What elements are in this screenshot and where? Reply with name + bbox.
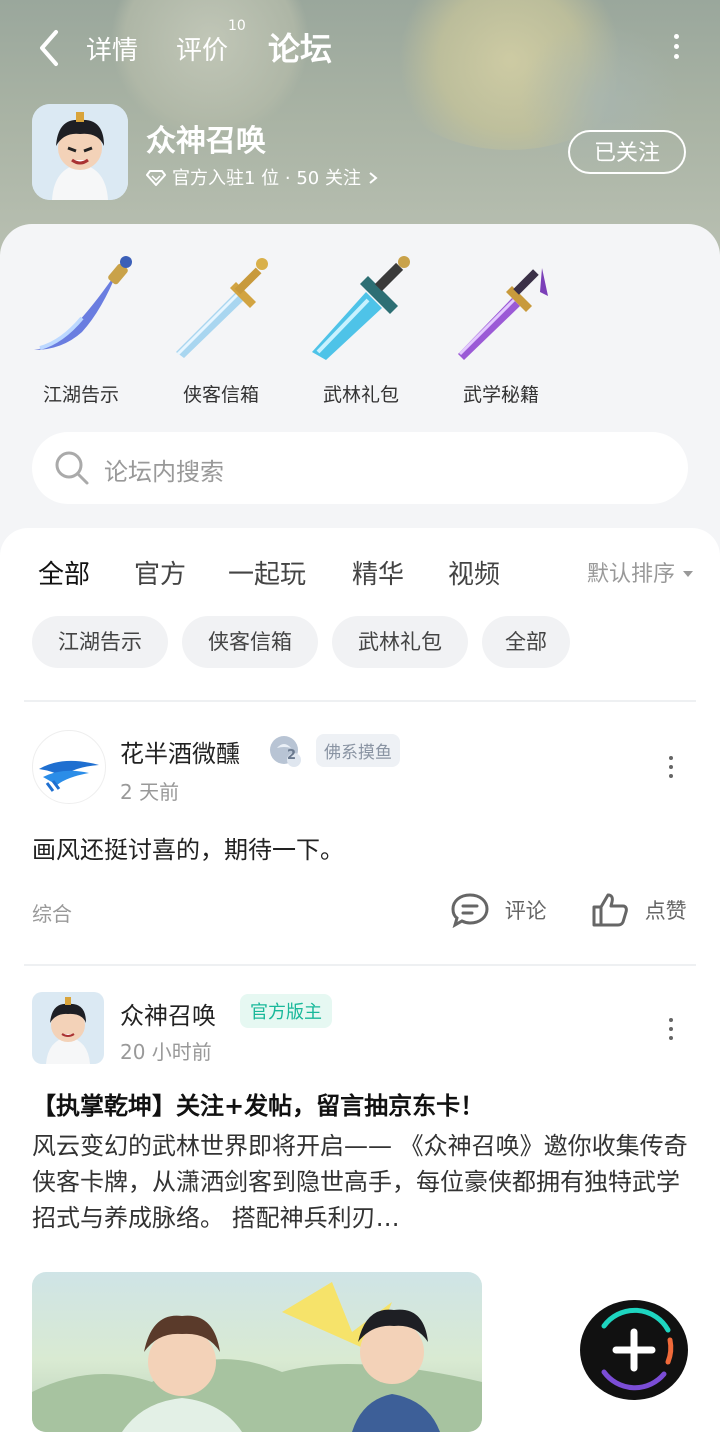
follow-button[interactable]: 已关注 <box>568 130 686 174</box>
comment-icon <box>451 893 489 929</box>
search-input[interactable]: 论坛内搜索 <box>104 452 224 487</box>
like-button[interactable]: 点赞 <box>590 892 687 928</box>
feed-tab-label: 全部 <box>38 560 91 590</box>
category-item[interactable]: 武学秘籍 <box>446 252 556 407</box>
sort-dropdown[interactable]: 默认排序 <box>587 556 694 588</box>
tab-reviews[interactable]: 评价 10 <box>176 18 246 67</box>
category-item[interactable]: 江湖告示 <box>26 252 136 407</box>
search-bar[interactable]: 论坛内搜索 <box>32 432 688 504</box>
review-count: 10 <box>228 18 246 34</box>
post-body[interactable]: 风云变幻的武林世界即将开启—— 《众神召唤》邀你收集传奇侠客卡牌，从潇洒剑客到隐… <box>32 1128 688 1236</box>
category-label: 武林礼包 <box>322 384 399 406</box>
category-label: 侠客信箱 <box>182 384 259 406</box>
tab-reviews-label: 评价 <box>176 36 229 66</box>
level-number: 2 <box>287 748 297 763</box>
filter-chip[interactable]: 武林礼包 <box>332 616 468 668</box>
filter-chip[interactable]: 全部 <box>482 616 570 668</box>
purple-sword-icon <box>458 268 548 360</box>
post-category[interactable]: 综合 <box>32 898 72 927</box>
chevron-right-icon <box>369 172 378 184</box>
plus-icon <box>601 1307 674 1391</box>
post-more-icon[interactable] <box>668 1018 674 1045</box>
post-time: 2 天前 <box>120 780 180 804</box>
feed-tab-all[interactable]: 全部 <box>38 554 90 591</box>
back-arrow-icon[interactable] <box>34 28 66 68</box>
divider <box>24 964 696 966</box>
comment-label: 评论 <box>504 899 547 923</box>
divider <box>24 700 696 702</box>
avatar[interactable] <box>32 992 104 1064</box>
game-icon <box>32 104 128 200</box>
sort-label: 默认排序 <box>586 562 675 587</box>
user-tag-badge: 佛系摸鱼 <box>316 734 400 767</box>
feed-tab-featured[interactable]: 精华 <box>352 554 404 591</box>
post-time: 20 小时前 <box>120 1040 212 1064</box>
blade-icon <box>34 256 132 350</box>
category-label: 江湖告示 <box>42 384 119 406</box>
filter-chip[interactable]: 侠客信箱 <box>182 616 318 668</box>
game-title: 众神召唤 <box>146 124 266 159</box>
game-meta[interactable]: 官方入驻1 位 · 50 关注 <box>146 164 379 190</box>
category-item[interactable]: 武林礼包 <box>306 252 416 407</box>
category-panel: 江湖告示 侠客信箱 武林礼包 武学秘籍 论坛内搜索 <box>0 224 720 544</box>
more-options-icon[interactable] <box>672 34 680 64</box>
search-icon <box>55 451 89 485</box>
tab-details[interactable]: 详情 <box>86 30 138 67</box>
post-title[interactable]: 【执掌乾坤】关注+发帖，留言抽京东卡！ <box>32 1086 484 1121</box>
tab-forum-label: 论坛 <box>268 30 333 68</box>
comment-button[interactable]: 评论 <box>450 892 547 929</box>
caret-down-icon <box>683 571 693 577</box>
post-more-icon[interactable] <box>668 756 674 783</box>
level-badge-icon: 2 <box>268 734 302 772</box>
official-moderator-badge: 官方版主 <box>240 994 332 1028</box>
post-author[interactable]: 花半酒微醺 <box>120 734 240 769</box>
avatar[interactable] <box>32 730 106 804</box>
feed-tab-video[interactable]: 视频 <box>448 554 500 591</box>
tab-forum[interactable]: 论坛 <box>266 24 334 70</box>
create-post-button[interactable] <box>580 1300 688 1400</box>
filter-chip[interactable]: 江湖告示 <box>32 616 168 668</box>
category-label: 武学秘籍 <box>462 384 539 406</box>
broadsword-icon <box>312 256 410 360</box>
game-meta-text: 官方入驻1 位 · 50 关注 <box>172 168 361 189</box>
sword-icon <box>176 258 268 358</box>
post-image[interactable] <box>32 1272 482 1432</box>
feed-tab-official[interactable]: 官方 <box>134 554 186 591</box>
diamond-icon <box>146 170 166 186</box>
post-author[interactable]: 众神召唤 <box>120 996 216 1031</box>
post-text[interactable]: 画风还挺讨喜的，期待一下。 <box>32 830 344 865</box>
like-label: 点赞 <box>644 899 687 923</box>
category-item[interactable]: 侠客信箱 <box>166 252 276 407</box>
feed-tab-play-together[interactable]: 一起玩 <box>228 554 306 591</box>
thumbs-up-icon <box>592 893 628 927</box>
top-nav: 详情 评价 10 论坛 <box>0 18 720 80</box>
